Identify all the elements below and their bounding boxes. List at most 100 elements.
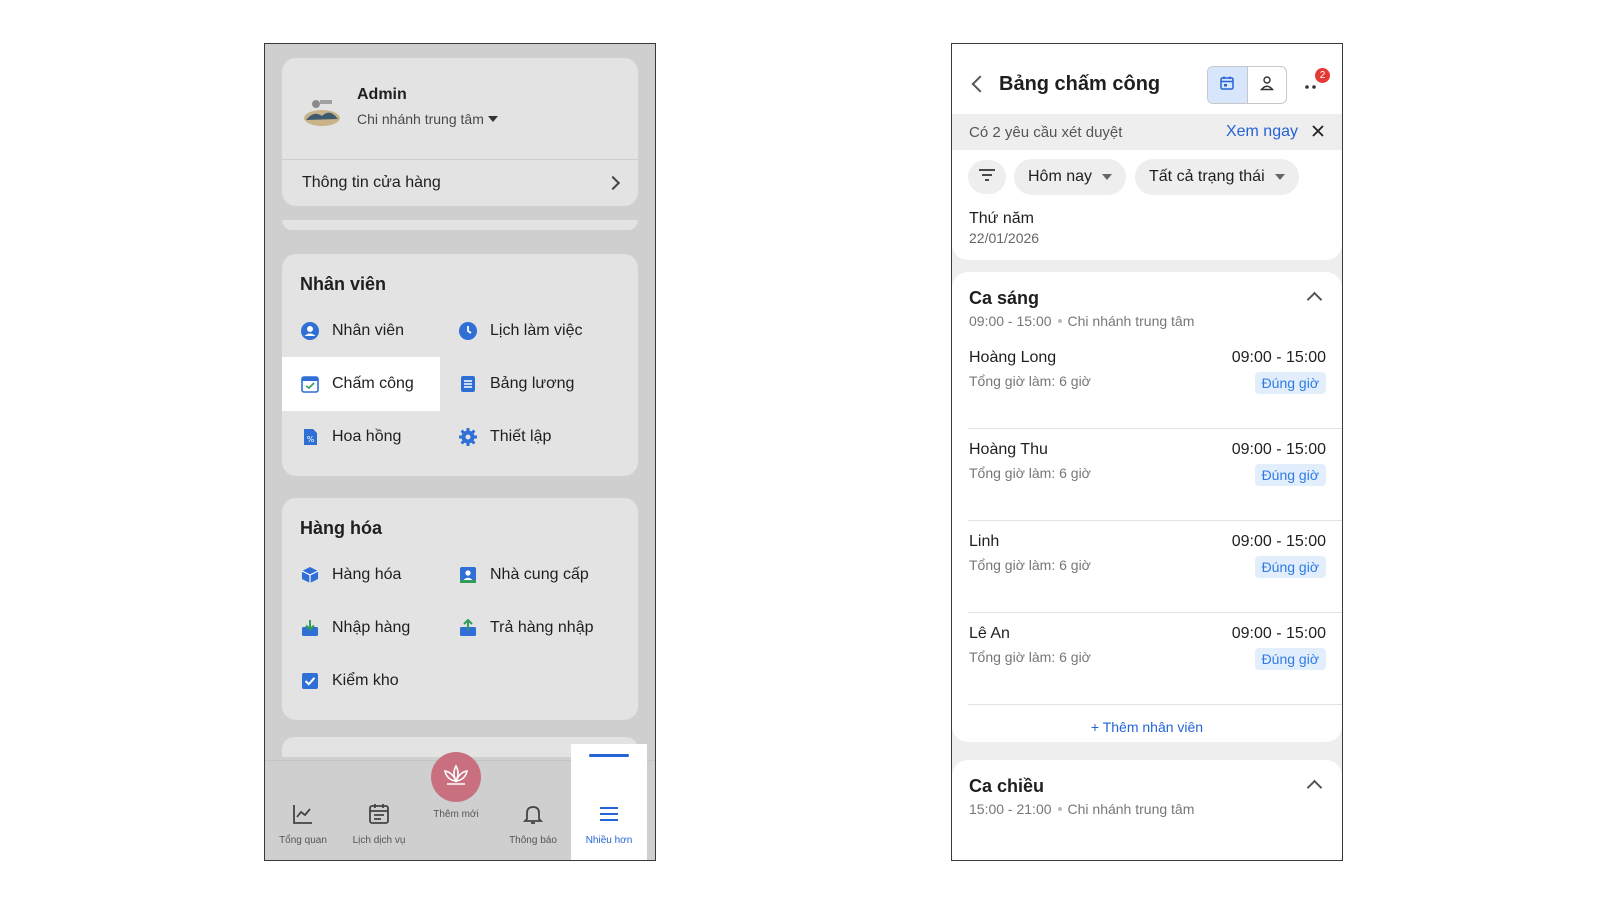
percent-doc-icon: % [300,427,320,447]
menu-item-schedule[interactable]: Lịch làm việc [442,304,632,358]
add-employee-button[interactable]: + Thêm nhân viên [952,712,1342,742]
status-badge: Đúng giờ [1254,372,1326,394]
nav-label: Tổng quan [279,835,327,846]
menu-item-suppliers[interactable]: Nhà cung cấp [442,548,632,602]
menu-item-settings[interactable]: Thiết lập [442,410,632,464]
caret-down-icon [1274,174,1285,180]
chart-icon [290,801,316,827]
menu-label: Nhà cung cấp [490,566,589,583]
shift-branch: Chi nhánh trung tâm [1067,801,1195,817]
back-chevron-icon[interactable] [971,75,989,93]
add-new-button[interactable] [431,752,481,802]
calendar-view-button[interactable] [1208,67,1248,103]
goods-section: Hàng hóa Hàng hóa Nhà cung cấp Nhập hàng… [282,498,638,720]
gear-icon [458,427,478,447]
employee-name: Lê An [969,625,1010,642]
employee-time: 09:00 - 15:00 [1231,349,1326,366]
view-now-link[interactable]: Xem ngay [1226,123,1298,141]
separator-dot [1057,319,1062,323]
filter-button[interactable] [968,160,1006,194]
caret-down-icon [487,116,498,122]
section-title: Nhân viên [300,274,387,294]
menu-item-payroll[interactable]: Bảng lương [442,357,632,411]
requests-button[interactable]: 2 [1302,68,1330,98]
employee-name: Hoàng Thu [969,441,1048,458]
date-filter-label: Hôm nay [1028,168,1093,185]
store-info-row[interactable]: Thông tin cửa hàng [282,160,638,206]
menu-label: Thiết lập [490,428,552,445]
lotus-icon [441,762,471,793]
branch-selector[interactable]: Chi nhánh trung tâm [357,111,498,127]
nav-notifications[interactable]: Thông báo [495,776,571,846]
card-edge [282,220,638,230]
shift-subtitle: 09:00 - 15:00 Chi nhánh trung tâm [969,313,1194,329]
profile-card: Admin Chi nhánh trung tâm Thông tin cửa … [282,58,638,206]
clock-icon [458,321,478,341]
employee-row[interactable]: Hoàng Thu Tổng giờ làm: 6 giờ 09:00 - 15… [968,429,1342,521]
checkbox-icon [300,671,320,691]
employee-name: Hoàng Long [969,349,1057,366]
menu-item-commission[interactable]: % Hoa hồng [282,410,440,464]
shift-title: Ca sáng [969,288,1040,308]
bottom-navigation: Tổng quan Lịch dịch vụ Thêm mới Thông bá… [265,744,655,860]
status-filter-dropdown[interactable]: Tất cả trạng thái [1135,159,1299,195]
status-badge: Đúng giờ [1254,556,1326,578]
nav-overview[interactable]: Tổng quan [265,776,341,846]
calendar-check-icon [300,374,320,394]
svg-text:%: % [307,435,315,444]
menu-item-staff[interactable]: Nhân viên [282,304,440,358]
filter-area: Hôm nay Tất cả trạng thái Thứ năm 22/01/… [952,150,1342,260]
request-text: Có 2 yêu cầu xét duyệt [969,123,1123,141]
menu-label: Nhân viên [332,322,405,339]
employee-row[interactable]: Linh Tổng giờ làm: 6 giờ 09:00 - 15:00 Đ… [968,521,1342,613]
nav-more[interactable]: Nhiều hơn [571,744,647,860]
shift-branch: Chi nhánh trung tâm [1067,313,1195,329]
menu-label: Kiểm kho [332,672,399,689]
menu-label: Hàng hóa [332,566,402,583]
shift-card-morning: Ca sáng 09:00 - 15:00 Chi nhánh trung tâ… [952,272,1342,742]
nav-label: Nhiều hơn [585,835,633,846]
weekday-label: Thứ năm [969,210,1034,227]
employee-view-button[interactable] [1248,67,1287,103]
calendar-icon [1219,75,1235,96]
more-menu-screen: Admin Chi nhánh trung tâm Thông tin cửa … [264,43,656,861]
menu-icon [596,801,622,827]
employee-hours: Tổng giờ làm: 6 giờ [969,649,1091,665]
date-label: 22/01/2026 [969,230,1040,246]
menu-item-stocktake[interactable]: Kiểm kho [282,654,440,708]
menu-item-timekeeping[interactable]: Chấm công [282,357,440,411]
import-icon [300,618,320,638]
menu-item-products[interactable]: Hàng hóa [282,548,440,602]
employee-row[interactable]: Lê An Tổng giờ làm: 6 giờ 09:00 - 15:00 … [968,613,1342,705]
more-dots-icon [1302,85,1326,102]
date-filter-dropdown[interactable]: Hôm nay [1014,159,1127,195]
employee-hours: Tổng giờ làm: 6 giờ [969,373,1091,389]
shift-subtitle: 15:00 - 21:00 Chi nhánh trung tâm [969,801,1194,817]
status-badge: Đúng giờ [1254,464,1326,486]
menu-label: Chấm công [332,375,414,392]
supplier-icon [458,565,478,585]
header: Bảng chấm công 2 [952,44,1342,114]
menu-label: Hoa hồng [332,428,402,445]
menu-label: Bảng lương [490,375,575,392]
employee-hours: Tổng giờ làm: 6 giờ [969,557,1091,573]
add-new-label: Thêm mới [433,809,479,820]
menu-label: Lịch làm việc [490,322,583,339]
employee-time: 09:00 - 15:00 [1231,625,1326,642]
employee-row[interactable]: Hoàng Long Tổng giờ làm: 6 giờ 09:00 - 1… [968,337,1342,429]
chevron-up-icon[interactable] [1306,779,1323,796]
separator-dot [1057,807,1062,811]
close-icon[interactable] [1310,123,1326,139]
nav-service-schedule[interactable]: Lịch dịch vụ [341,776,417,846]
menu-label: Trả hàng nhập [490,619,594,636]
page-title: Bảng chấm công [999,73,1161,95]
chevron-up-icon[interactable] [1306,291,1323,308]
employee-time: 09:00 - 15:00 [1231,441,1326,458]
caret-down-icon [1102,174,1113,180]
view-toggle [1207,66,1287,104]
store-info-label: Thông tin cửa hàng [302,174,441,191]
menu-item-return-import[interactable]: Trả hàng nhập [442,601,632,655]
menu-item-import[interactable]: Nhập hàng [282,601,440,655]
employee-name: Linh [969,533,1000,550]
user-circle-icon [300,321,320,341]
